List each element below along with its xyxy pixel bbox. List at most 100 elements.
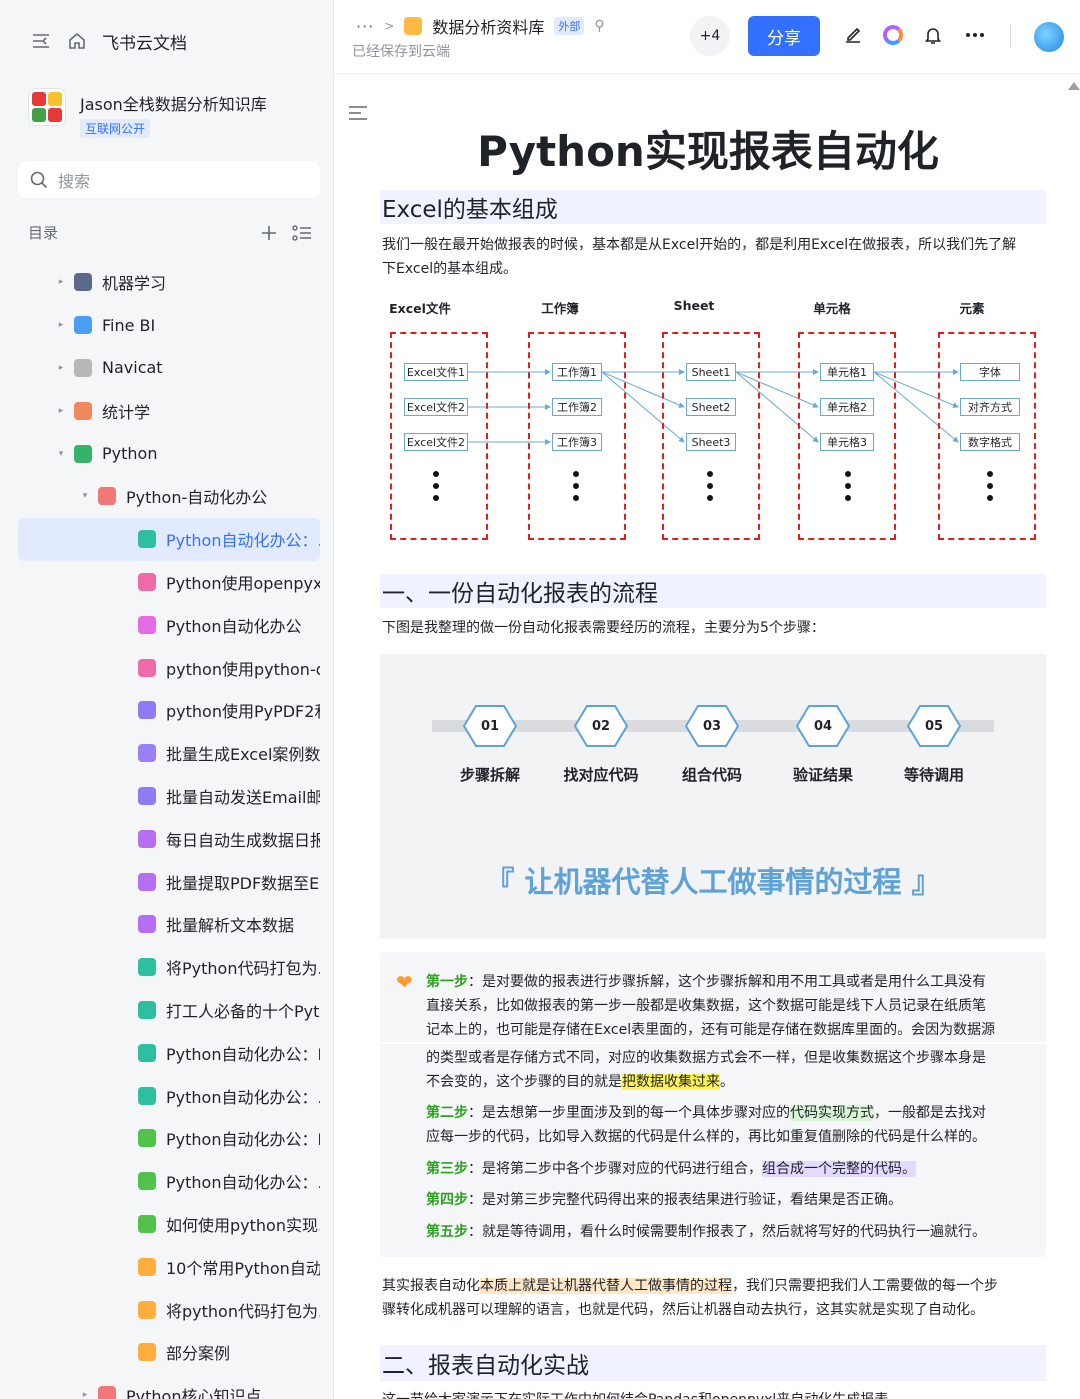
header-divider <box>1010 24 1011 48</box>
tree-toggle-icon[interactable]: ▾ <box>78 491 92 501</box>
tree-item-label: 部分案例 <box>166 1344 231 1364</box>
sidebar-tree-item[interactable]: 将Python代码打包为.... <box>18 946 320 989</box>
callout-text: ：是对要做的报表进行步骤拆解，这个步骤拆解和用不用工具或者是用什么工具没有 <box>468 974 986 990</box>
knowledge-base-header[interactable]: Jason全栈数据分析知识库 互联网公开 <box>28 88 267 138</box>
scroll-up-icon[interactable] <box>1068 82 1080 90</box>
sidebar-tree-item[interactable]: 将python代码打包为.... <box>18 1288 320 1331</box>
sidebar-tree-item[interactable]: 批量生成Excel案例数... <box>18 732 320 775</box>
sidebar-tree-item[interactable]: 打工人必备的十个Pyt... <box>18 989 320 1032</box>
tree-toggle-icon[interactable]: ▸ <box>54 277 68 287</box>
notification-bell-icon[interactable] <box>920 22 946 48</box>
app-avatar-icon[interactable] <box>1034 22 1064 52</box>
sidebar-tree-item[interactable]: 每日自动生成数据日报 <box>18 817 320 860</box>
diagram-cell: 工作簿1 <box>552 363 602 381</box>
tree-toggle-icon[interactable]: ▸ <box>54 363 68 373</box>
tree-item-label: Python使用openpyxl... <box>166 573 320 593</box>
sidebar-tree-item[interactable]: ▾ Python-自动化办公 <box>18 475 320 518</box>
sidebar-tree-item[interactable]: Python自动化办公：P... <box>18 1117 320 1160</box>
ai-assistant-icon[interactable] <box>880 22 906 48</box>
tree-item-label: python使用PyPDF2和... <box>166 702 320 722</box>
sidebar-tree-item[interactable]: ▾ Python <box>18 432 320 475</box>
more-dots-icon <box>573 471 579 507</box>
sidebar-tree-item[interactable]: Python自动化办公：... <box>18 517 320 561</box>
tree-toggle-icon[interactable]: ▾ <box>54 449 68 459</box>
share-button[interactable]: 分享 <box>748 16 820 56</box>
doc-icon <box>138 958 156 977</box>
doc-icon <box>138 572 156 591</box>
sidebar-tree-item[interactable]: 如何使用python实现... <box>18 1203 320 1246</box>
diagram-cell: Sheet2 <box>686 398 736 416</box>
sidebar-tree-item[interactable]: ▸ Python核心知识点 <box>18 1374 320 1399</box>
breadcrumb-kb-title[interactable]: 数据分析资料库 <box>432 14 544 38</box>
step-hexagon: 05 <box>906 704 962 748</box>
sidebar-tree-item[interactable]: 10个常用Python自动... <box>18 1245 320 1288</box>
add-icon[interactable] <box>260 224 278 242</box>
more-dots-icon <box>707 471 713 507</box>
more-options-icon[interactable] <box>962 22 988 48</box>
diagram-cell: 单元格1 <box>820 363 874 381</box>
diagram-col-title: 元素 <box>959 301 985 316</box>
step-label: 第四步 <box>426 1192 468 1208</box>
sidebar-tree-item[interactable]: Python自动化办公：... <box>18 1160 320 1203</box>
more-dots-icon <box>433 471 439 507</box>
sidebar-tree-item[interactable]: ▸ Fine BI <box>18 304 320 347</box>
sidebar-tree-item[interactable]: 部分案例 <box>18 1331 320 1374</box>
sidebar-tree-item[interactable]: ▸ Navicat <box>18 347 320 390</box>
doc-icon <box>74 273 92 292</box>
doc-icon <box>138 829 156 848</box>
callout-line: 第五步：就是等待调用，看什么时候需要制作报表了，然后就将写好的代码执行一遍就行。 <box>426 1220 1026 1244</box>
callout-line: 记本上的，也可能是存储在Excel表里面的，还有可能是存储在数据库里面的。会因为… <box>426 1022 996 1038</box>
edit-icon[interactable] <box>840 22 866 48</box>
collapse-sidebar-icon[interactable] <box>30 30 52 52</box>
tree-toggle-icon[interactable]: ▸ <box>54 406 68 416</box>
doc-icon <box>138 1000 156 1019</box>
home-icon[interactable] <box>66 30 88 52</box>
callout-text: ：是将第二步中各个步骤对应的代码进行组合， <box>468 1161 762 1177</box>
diagram-cell: Excel文件2 <box>404 433 468 451</box>
sidebar-tree-item[interactable]: Python自动化办公 <box>18 603 320 646</box>
sidebar-tree-item[interactable]: Python使用openpyxl... <box>18 561 320 604</box>
doc-icon <box>138 1343 156 1362</box>
tree-toggle-icon[interactable]: ▸ <box>54 320 68 330</box>
highlight-text: 本质上就是让机器代替人工做事情的过程 <box>480 1278 732 1294</box>
sidebar-top: 飞书云文档 <box>30 26 187 56</box>
breadcrumb-more[interactable]: ··· <box>356 17 374 36</box>
outline-list-icon[interactable] <box>292 224 312 242</box>
doc-icon <box>74 444 92 463</box>
tree-item-label: Fine BI <box>102 315 156 335</box>
collaborators-count[interactable]: +4 <box>690 16 730 56</box>
sidebar-tree-item[interactable]: Python自动化办公：... <box>18 1074 320 1117</box>
heading-practice: 二、报表自动化实战 <box>380 1345 1046 1381</box>
doc-icon <box>138 701 156 720</box>
app-name[interactable]: 飞书云文档 <box>102 29 187 54</box>
callout-line: 的类型或者是存储方式不同，对应的收集数据方式会不一样，但是收集数据这个步骤本身是 <box>426 1050 986 1066</box>
sidebar-tree-item[interactable]: Python自动化办公：E... <box>18 1031 320 1074</box>
highlight-text: 组合成一个完整的代码。 <box>762 1161 916 1177</box>
doc-icon <box>138 1300 156 1319</box>
sidebar-tree-item[interactable]: 批量提取PDF数据至E... <box>18 860 320 903</box>
tree-item-label: 打工人必备的十个Pyt... <box>166 1001 320 1021</box>
tree-item-label: Python自动化办公：E... <box>166 1044 320 1064</box>
sidebar-tree-item[interactable]: 批量自动发送Email邮件 <box>18 775 320 818</box>
doc-icon <box>74 358 92 377</box>
diagram-cell: 工作簿2 <box>552 398 602 416</box>
step-hexagon: 03 <box>684 704 740 748</box>
excel-structure-diagram: Excel文件 工作簿 Sheet 单元格 元素 Excel文件1 Excel文… <box>386 296 1042 546</box>
search-input[interactable]: 搜索 <box>18 161 320 198</box>
sidebar-tree-item[interactable]: python使用python-do... <box>18 646 320 689</box>
sidebar-tree-item[interactable]: ▸ 机器学习 <box>18 261 320 304</box>
tree-toggle-icon[interactable]: ▸ <box>78 1390 92 1399</box>
sidebar-tree-item[interactable]: ▸ 统计学 <box>18 389 320 432</box>
diagram-cell: 工作簿3 <box>552 433 602 451</box>
sidebar-tree-item[interactable]: python使用PyPDF2和... <box>18 689 320 732</box>
diagram-col-title: Sheet <box>673 298 715 313</box>
doc-header: ··· > 数据分析资料库 外部 ⚲ 已经保存到云端 +4 分享 <box>334 0 1080 74</box>
outline-menu-icon[interactable] <box>348 102 368 126</box>
pin-icon[interactable]: ⚲ <box>594 18 604 34</box>
tree-item-label: 如何使用python实现... <box>166 1215 320 1235</box>
sidebar-tree-item[interactable]: 批量解析文本数据 <box>18 903 320 946</box>
tree-item-label: 批量生成Excel案例数... <box>166 745 320 765</box>
doc-icon <box>74 401 92 420</box>
document-body: Python实现报表自动化 Excel的基本组成 我们一般在最开始做报表的时候，… <box>334 74 1080 1399</box>
tree-item-label: Python自动化办公：... <box>166 1173 320 1193</box>
